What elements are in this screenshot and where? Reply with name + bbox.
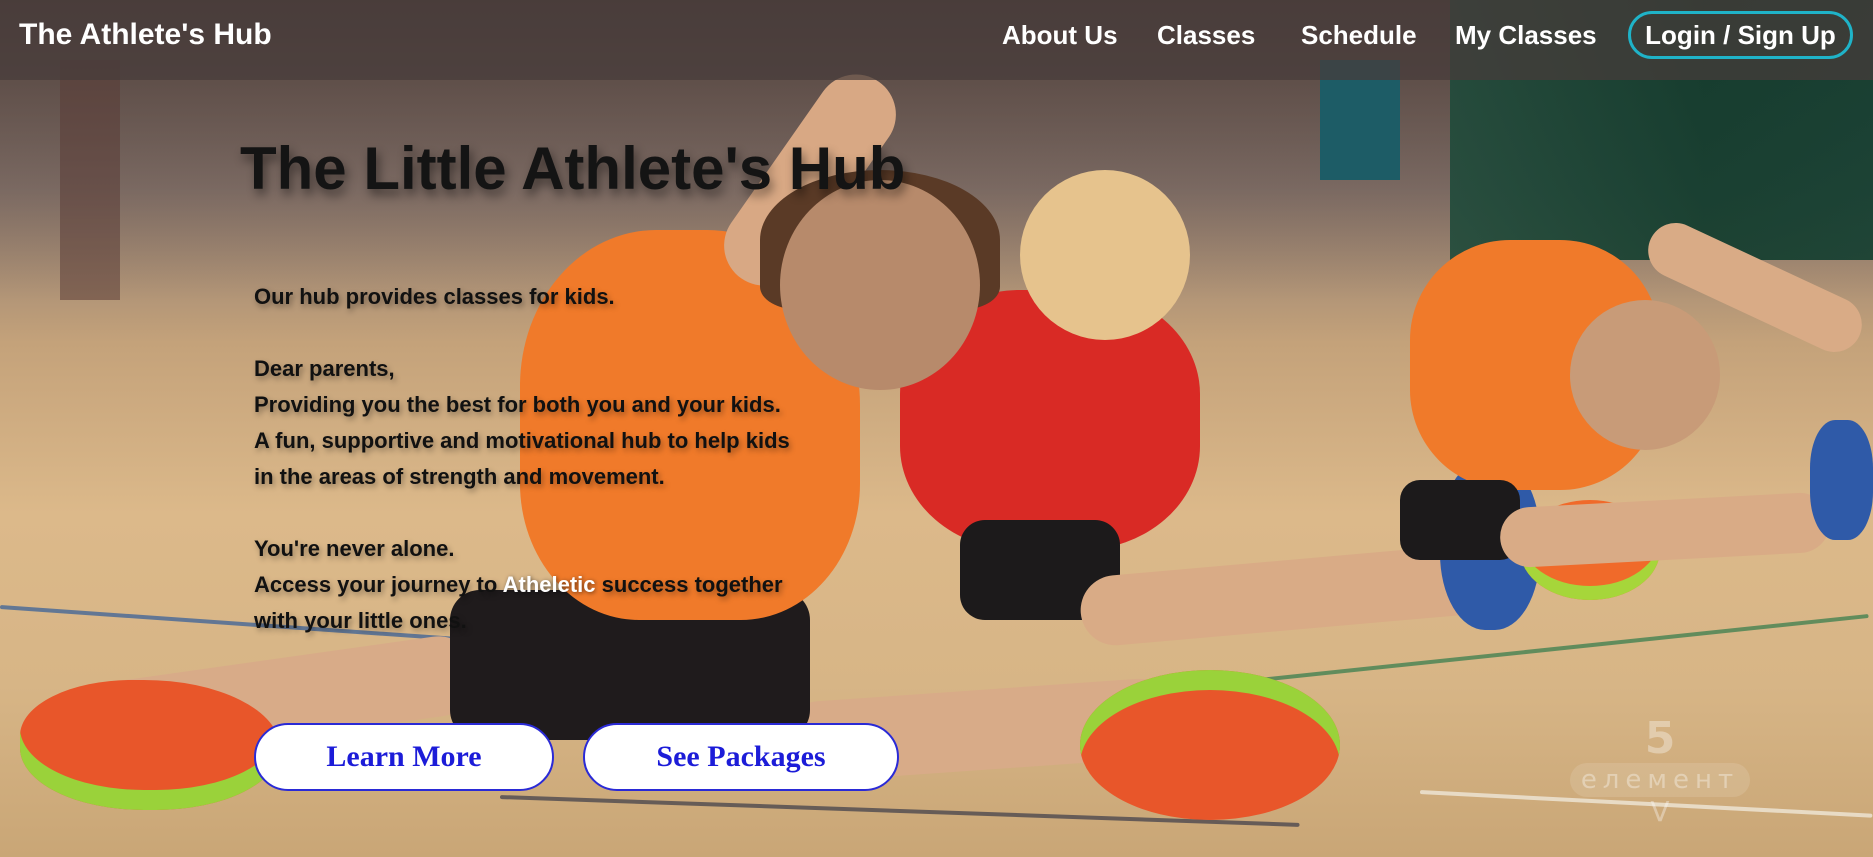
hero-title: The Little Athlete's Hub xyxy=(240,135,906,202)
closing-text: success together xyxy=(595,572,783,597)
nav-my-classes[interactable]: My Classes xyxy=(1455,19,1597,51)
description-line: Providing you the best for both you and … xyxy=(254,392,781,417)
watermark-number: 5 xyxy=(1644,713,1676,764)
learn-more-button[interactable]: Learn More xyxy=(254,723,554,791)
child-figure xyxy=(1020,170,1190,340)
hero-description: Our hub provides classes for kids. Dear … xyxy=(254,279,790,639)
closing-line: You're never alone. xyxy=(254,536,455,561)
watermark-word: елемент xyxy=(1570,763,1750,797)
closing-text: Access your journey to xyxy=(254,572,503,597)
shoe-graphic xyxy=(20,680,280,810)
login-signup-button[interactable]: Login / Sign Up xyxy=(1628,11,1853,59)
intro-line: Our hub provides classes for kids. xyxy=(254,284,615,309)
see-packages-button[interactable]: See Packages xyxy=(583,723,899,791)
nav-schedule[interactable]: Schedule xyxy=(1301,19,1417,51)
description-line: A fun, supportive and motivational hub t… xyxy=(254,428,790,453)
child-figure xyxy=(1570,300,1720,450)
watermark-letter: V xyxy=(1650,795,1670,828)
child-figure xyxy=(1498,491,1832,569)
shoe-graphic xyxy=(1080,670,1340,820)
greeting-line: Dear parents, xyxy=(254,356,395,381)
watermark-logo: 5 елемент V xyxy=(1570,715,1750,827)
child-figure xyxy=(780,180,980,390)
shoe-graphic xyxy=(1810,420,1873,540)
top-navbar: The Athlete's Hub About Us Classes Sched… xyxy=(0,0,1873,80)
highlight-word: Atheletic xyxy=(502,572,596,597)
brand-logo-link[interactable]: The Athlete's Hub xyxy=(19,17,272,53)
nav-classes[interactable]: Classes xyxy=(1157,19,1255,51)
background-pillar xyxy=(60,60,120,300)
closing-line: with your little ones. xyxy=(254,608,467,633)
closing-line: Access your journey to Atheletic success… xyxy=(254,567,790,603)
description-line: in the areas of strength and movement. xyxy=(254,464,665,489)
nav-about-us[interactable]: About Us xyxy=(1002,19,1118,51)
